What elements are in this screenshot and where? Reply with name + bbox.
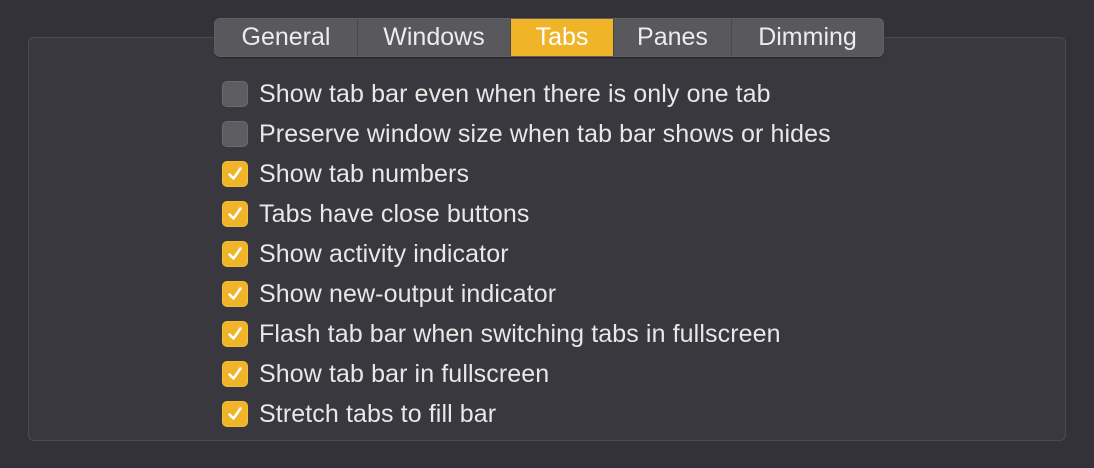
preferences-tab-bar: General Windows Tabs Panes Dimming [214,18,884,57]
checkbox[interactable] [222,121,248,147]
checkbox[interactable] [222,321,248,347]
option-show-tab-bar-one-tab[interactable]: Show tab bar even when there is only one… [222,74,831,114]
checkmark-icon [228,207,242,220]
checkbox[interactable] [222,281,248,307]
option-show-activity-indicator[interactable]: Show activity indicator [222,234,831,274]
checkmark-icon [228,407,242,420]
option-label: Tabs have close buttons [259,199,530,228]
option-stretch-tabs[interactable]: Stretch tabs to fill bar [222,394,831,434]
tab-panes[interactable]: Panes [614,19,732,56]
checkmark-icon [228,287,242,300]
checkbox[interactable] [222,81,248,107]
checkbox[interactable] [222,241,248,267]
option-label: Show activity indicator [259,239,509,268]
option-label: Flash tab bar when switching tabs in ful… [259,319,781,348]
tab-general[interactable]: General [215,19,358,56]
tab-tabs[interactable]: Tabs [511,19,614,56]
checkbox[interactable] [222,161,248,187]
option-preserve-window-size[interactable]: Preserve window size when tab bar shows … [222,114,831,154]
checkbox[interactable] [222,361,248,387]
checkbox[interactable] [222,201,248,227]
option-show-tab-bar-fullscreen[interactable]: Show tab bar in fullscreen [222,354,831,394]
checkmark-icon [228,167,242,180]
tab-windows[interactable]: Windows [358,19,511,56]
option-show-tab-numbers[interactable]: Show tab numbers [222,154,831,194]
option-tabs-close-buttons[interactable]: Tabs have close buttons [222,194,831,234]
checkmark-icon [228,327,242,340]
option-label: Show tab bar in fullscreen [259,359,550,388]
option-label: Stretch tabs to fill bar [259,399,497,428]
option-label: Show tab numbers [259,159,470,188]
checkmark-icon [228,247,242,260]
tab-dimming[interactable]: Dimming [732,19,883,56]
option-show-new-output-indicator[interactable]: Show new-output indicator [222,274,831,314]
option-label: Show tab bar even when there is only one… [259,79,771,108]
option-label: Show new-output indicator [259,279,557,308]
option-label: Preserve window size when tab bar shows … [259,119,831,148]
checkbox[interactable] [222,401,248,427]
option-flash-tab-bar-fullscreen[interactable]: Flash tab bar when switching tabs in ful… [222,314,831,354]
tab-options-list: Show tab bar even when there is only one… [222,74,831,434]
checkmark-icon [228,367,242,380]
